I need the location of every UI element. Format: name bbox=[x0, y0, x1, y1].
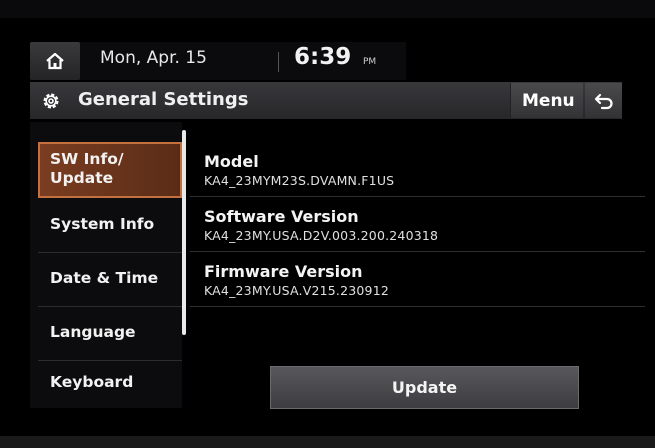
update-button-label: Update bbox=[391, 378, 458, 397]
info-value: KA4_23MY.USA.D2V.003.200.240318 bbox=[204, 228, 439, 243]
home-icon bbox=[46, 52, 64, 70]
sidebar-item-label: SW Info/ bbox=[50, 150, 124, 168]
sidebar-item-label-line2: Update bbox=[50, 169, 114, 187]
bottom-bezel bbox=[0, 436, 655, 448]
clock-time: 6:39 bbox=[294, 44, 352, 70]
info-row-firmware-version: Firmware Version KA4_23MY.USA.V215.23091… bbox=[190, 254, 645, 307]
page-title: General Settings bbox=[78, 89, 249, 110]
clock-ampm: PM bbox=[363, 57, 377, 67]
back-arrow-icon bbox=[594, 93, 613, 110]
menu-button-label: Menu bbox=[522, 91, 575, 111]
gear-icon bbox=[43, 93, 59, 109]
info-row-model: Model KA4_23MYM23S.DVAMN.F1US bbox=[190, 144, 645, 197]
settings-header: General Settings Menu bbox=[30, 82, 622, 119]
head-unit-display: Mon, Apr. 15 6:39 PM General Settings Me… bbox=[0, 0, 655, 448]
status-bar: Mon, Apr. 15 6:39 PM bbox=[30, 42, 406, 80]
back-button[interactable] bbox=[585, 83, 622, 118]
update-button[interactable]: Update bbox=[270, 366, 579, 409]
settings-sidebar: SW Info/ Update System Info Date & Time … bbox=[30, 122, 182, 408]
info-value: KA4_23MYM23S.DVAMN.F1US bbox=[204, 173, 395, 188]
menu-button[interactable]: Menu bbox=[510, 83, 583, 118]
sidebar-item-label: Language bbox=[50, 323, 136, 341]
sidebar-item-language[interactable]: Language bbox=[38, 306, 182, 361]
sidebar-item-system-info[interactable]: System Info bbox=[38, 198, 182, 253]
info-label: Software Version bbox=[204, 207, 359, 226]
home-button[interactable] bbox=[30, 42, 80, 80]
sidebar-item-date-time[interactable]: Date & Time bbox=[38, 252, 182, 307]
sidebar-item-label: System Info bbox=[50, 215, 155, 233]
date-display: Mon, Apr. 15 bbox=[100, 48, 207, 68]
info-value: KA4_23MY.USA.V215.230912 bbox=[204, 283, 390, 298]
sidebar-item-label: Keyboard bbox=[50, 373, 134, 391]
info-row-software-version: Software Version KA4_23MY.USA.D2V.003.20… bbox=[190, 199, 645, 252]
sidebar-item-keyboard[interactable]: Keyboard bbox=[38, 360, 182, 410]
info-label: Model bbox=[204, 152, 259, 171]
sidebar-scrollbar[interactable] bbox=[182, 130, 186, 335]
sidebar-item-label: Date & Time bbox=[50, 269, 159, 287]
info-label: Firmware Version bbox=[204, 262, 363, 281]
top-bezel bbox=[0, 0, 655, 18]
sidebar-item-sw-info-update[interactable]: SW Info/ Update bbox=[38, 142, 182, 198]
status-divider bbox=[278, 52, 279, 72]
